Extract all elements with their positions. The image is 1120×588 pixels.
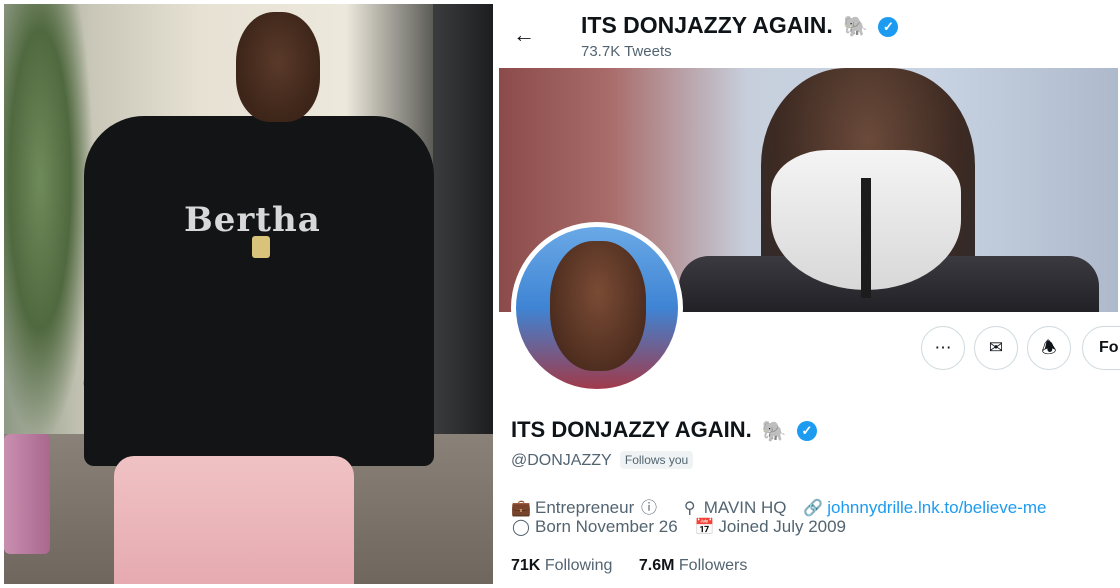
info-icon[interactable]: ⓘ <box>639 494 659 518</box>
followers-count: 7.6M <box>638 557 675 574</box>
profession-item: 💼 Entrepreneur ⓘ <box>511 494 663 518</box>
avatar-face <box>550 241 646 371</box>
black-tshirt <box>84 116 434 466</box>
follows-you-badge: Follows you <box>619 451 694 469</box>
joined-text: Joined July 2009 <box>718 517 847 536</box>
mail-icon: ✉ <box>988 338 1004 357</box>
avatar[interactable] <box>511 222 683 394</box>
more-button[interactable]: ⋯ <box>921 326 965 370</box>
bell-plus-icon: 🕭 <box>1041 338 1057 357</box>
profile-handle-row: @DONJAZZY Follows you <box>511 451 694 470</box>
arrow-left-icon[interactable]: ← <box>511 22 537 48</box>
profession-text: Entrepreneur <box>535 498 635 517</box>
verified-badge-icon: ✓ <box>878 16 899 37</box>
website-link[interactable]: johnnydrille.lnk.to/believe-me <box>827 498 1046 517</box>
birthday-text: Born November 26 <box>535 517 678 536</box>
tweet-count: 73.7K Tweets <box>581 43 672 60</box>
profile-name-text: ITS DONJAZZY AGAIN. <box>511 417 752 442</box>
followers-label: Followers <box>678 557 748 574</box>
profile-handle: @DONJAZZY <box>511 452 612 469</box>
following-count: 71K <box>511 557 541 574</box>
profile-stats: 71K Following 7.6M Followers <box>511 557 769 575</box>
header-name-text: ITS DONJAZZY AGAIN. <box>581 12 833 38</box>
elephant-emoji-icon: 🐘 <box>843 16 869 39</box>
location-item: ⚲ MAVIN HQ <box>680 498 787 518</box>
followers-stat[interactable]: 7.6M Followers <box>639 557 748 574</box>
profile-meta-row-1: 💼 Entrepreneur ⓘ ⚲ MAVIN HQ 🔗 johnnydrille.… <box>511 494 1058 518</box>
twitter-profile: ← ITS DONJAZZY AGAIN. 🐘 ✓ 73.7K Tweets ⋯… <box>497 0 1120 588</box>
follow-button[interactable]: Fo <box>1082 326 1120 370</box>
following-label: Following <box>544 557 613 574</box>
balloon-icon: ◯ <box>512 519 530 536</box>
plant-pot <box>4 434 50 554</box>
background-plant <box>4 4 94 444</box>
verified-badge-icon[interactable]: ✓ <box>796 421 817 442</box>
background-door <box>433 4 493 484</box>
message-button[interactable]: ✉ <box>974 326 1018 370</box>
website-item: 🔗 johnnydrille.lnk.to/believe-me <box>803 498 1046 518</box>
joined-item: 📅 Joined July 2009 <box>694 517 846 537</box>
notifications-button[interactable]: 🕭 <box>1027 326 1071 370</box>
profile-display-name: ITS DONJAZZY AGAIN. 🐘 ✓ <box>511 417 817 444</box>
location-pin-icon: ⚲ <box>683 500 696 517</box>
pink-shorts <box>114 456 354 584</box>
banner-mask-stripe <box>861 178 871 298</box>
calendar-icon: 📅 <box>694 519 715 536</box>
elephant-emoji-icon: 🐘 <box>761 420 787 443</box>
chain-pendant <box>252 236 270 258</box>
more-icon: ⋯ <box>934 338 952 357</box>
profile-top-bar: ← ITS DONJAZZY AGAIN. 🐘 ✓ 73.7K Tweets <box>497 0 1120 68</box>
profile-meta-row-2: ◯ Born November 26 📅 Joined July 2009 <box>511 517 858 537</box>
person-head <box>236 12 320 122</box>
birthday-item: ◯ Born November 26 <box>511 517 678 537</box>
header-display-name: ITS DONJAZZY AGAIN. 🐘 ✓ <box>581 12 899 39</box>
location-text: MAVIN HQ <box>703 498 787 517</box>
briefcase-icon: 💼 <box>511 500 531 517</box>
profile-photo-left: Bertha <box>4 4 493 584</box>
shirt-print-text: Bertha <box>184 200 321 240</box>
link-icon: 🔗 <box>803 500 824 517</box>
following-stat[interactable]: 71K Following <box>511 557 612 574</box>
